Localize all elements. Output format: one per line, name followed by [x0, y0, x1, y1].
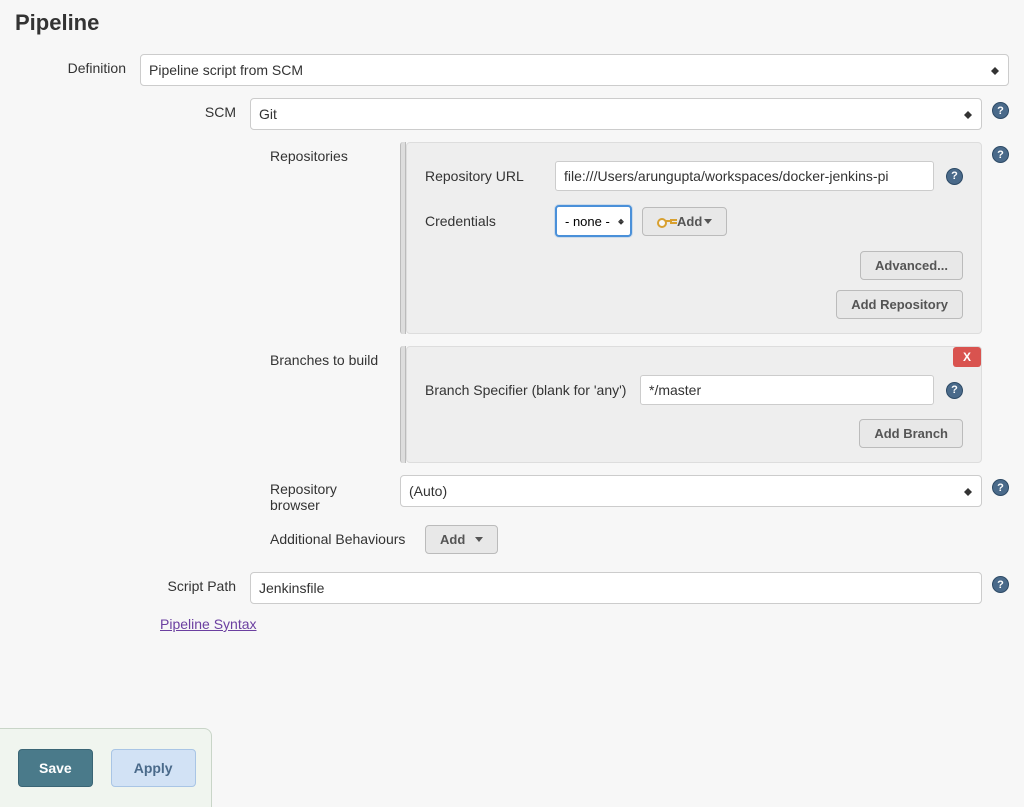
help-icon[interactable]: ? — [946, 168, 963, 185]
add-branch-button[interactable]: Add Branch — [859, 419, 963, 448]
key-icon — [657, 217, 671, 225]
help-icon[interactable]: ? — [946, 382, 963, 399]
help-icon[interactable]: ? — [992, 146, 1009, 163]
save-button[interactable]: Save — [18, 749, 93, 787]
add-credential-button[interactable]: Add — [642, 207, 727, 236]
repositories-label: Repositories — [250, 142, 400, 164]
repo-url-label: Repository URL — [425, 168, 555, 184]
repo-browser-select[interactable]: (Auto) — [400, 475, 982, 507]
add-behaviour-label: Add — [440, 532, 465, 547]
add-behaviour-button[interactable]: Add — [425, 525, 498, 554]
definition-label: Definition — [15, 54, 140, 76]
repo-url-input[interactable] — [555, 161, 934, 191]
page-title: Pipeline — [15, 10, 1009, 36]
scm-label: SCM — [140, 98, 250, 120]
chevron-down-icon — [475, 537, 483, 542]
delete-branch-button[interactable]: X — [953, 347, 981, 367]
credentials-label: Credentials — [425, 213, 555, 229]
repo-browser-label: Repository browser — [250, 475, 400, 513]
add-repository-button[interactable]: Add Repository — [836, 290, 963, 319]
definition-select[interactable]: Pipeline script from SCM — [140, 54, 1009, 86]
branch-specifier-input[interactable] — [640, 375, 934, 405]
chevron-down-icon — [704, 219, 712, 224]
scm-select[interactable]: Git — [250, 98, 982, 130]
script-path-label: Script Path — [140, 572, 250, 594]
apply-button[interactable]: Apply — [111, 749, 196, 787]
advanced-button[interactable]: Advanced... — [860, 251, 963, 280]
add-credential-label: Add — [677, 214, 702, 229]
branch-specifier-label: Branch Specifier (blank for 'any') — [425, 382, 640, 398]
additional-behaviours-label: Additional Behaviours — [250, 525, 425, 547]
branches-label: Branches to build — [250, 346, 400, 368]
footer-bar: Save Apply — [0, 728, 212, 807]
help-icon[interactable]: ? — [992, 102, 1009, 119]
pipeline-syntax-link[interactable]: Pipeline Syntax — [160, 616, 257, 632]
script-path-input[interactable] — [250, 572, 982, 604]
help-icon[interactable]: ? — [992, 479, 1009, 496]
help-icon[interactable]: ? — [992, 576, 1009, 593]
credentials-select[interactable]: - none - — [555, 205, 632, 237]
